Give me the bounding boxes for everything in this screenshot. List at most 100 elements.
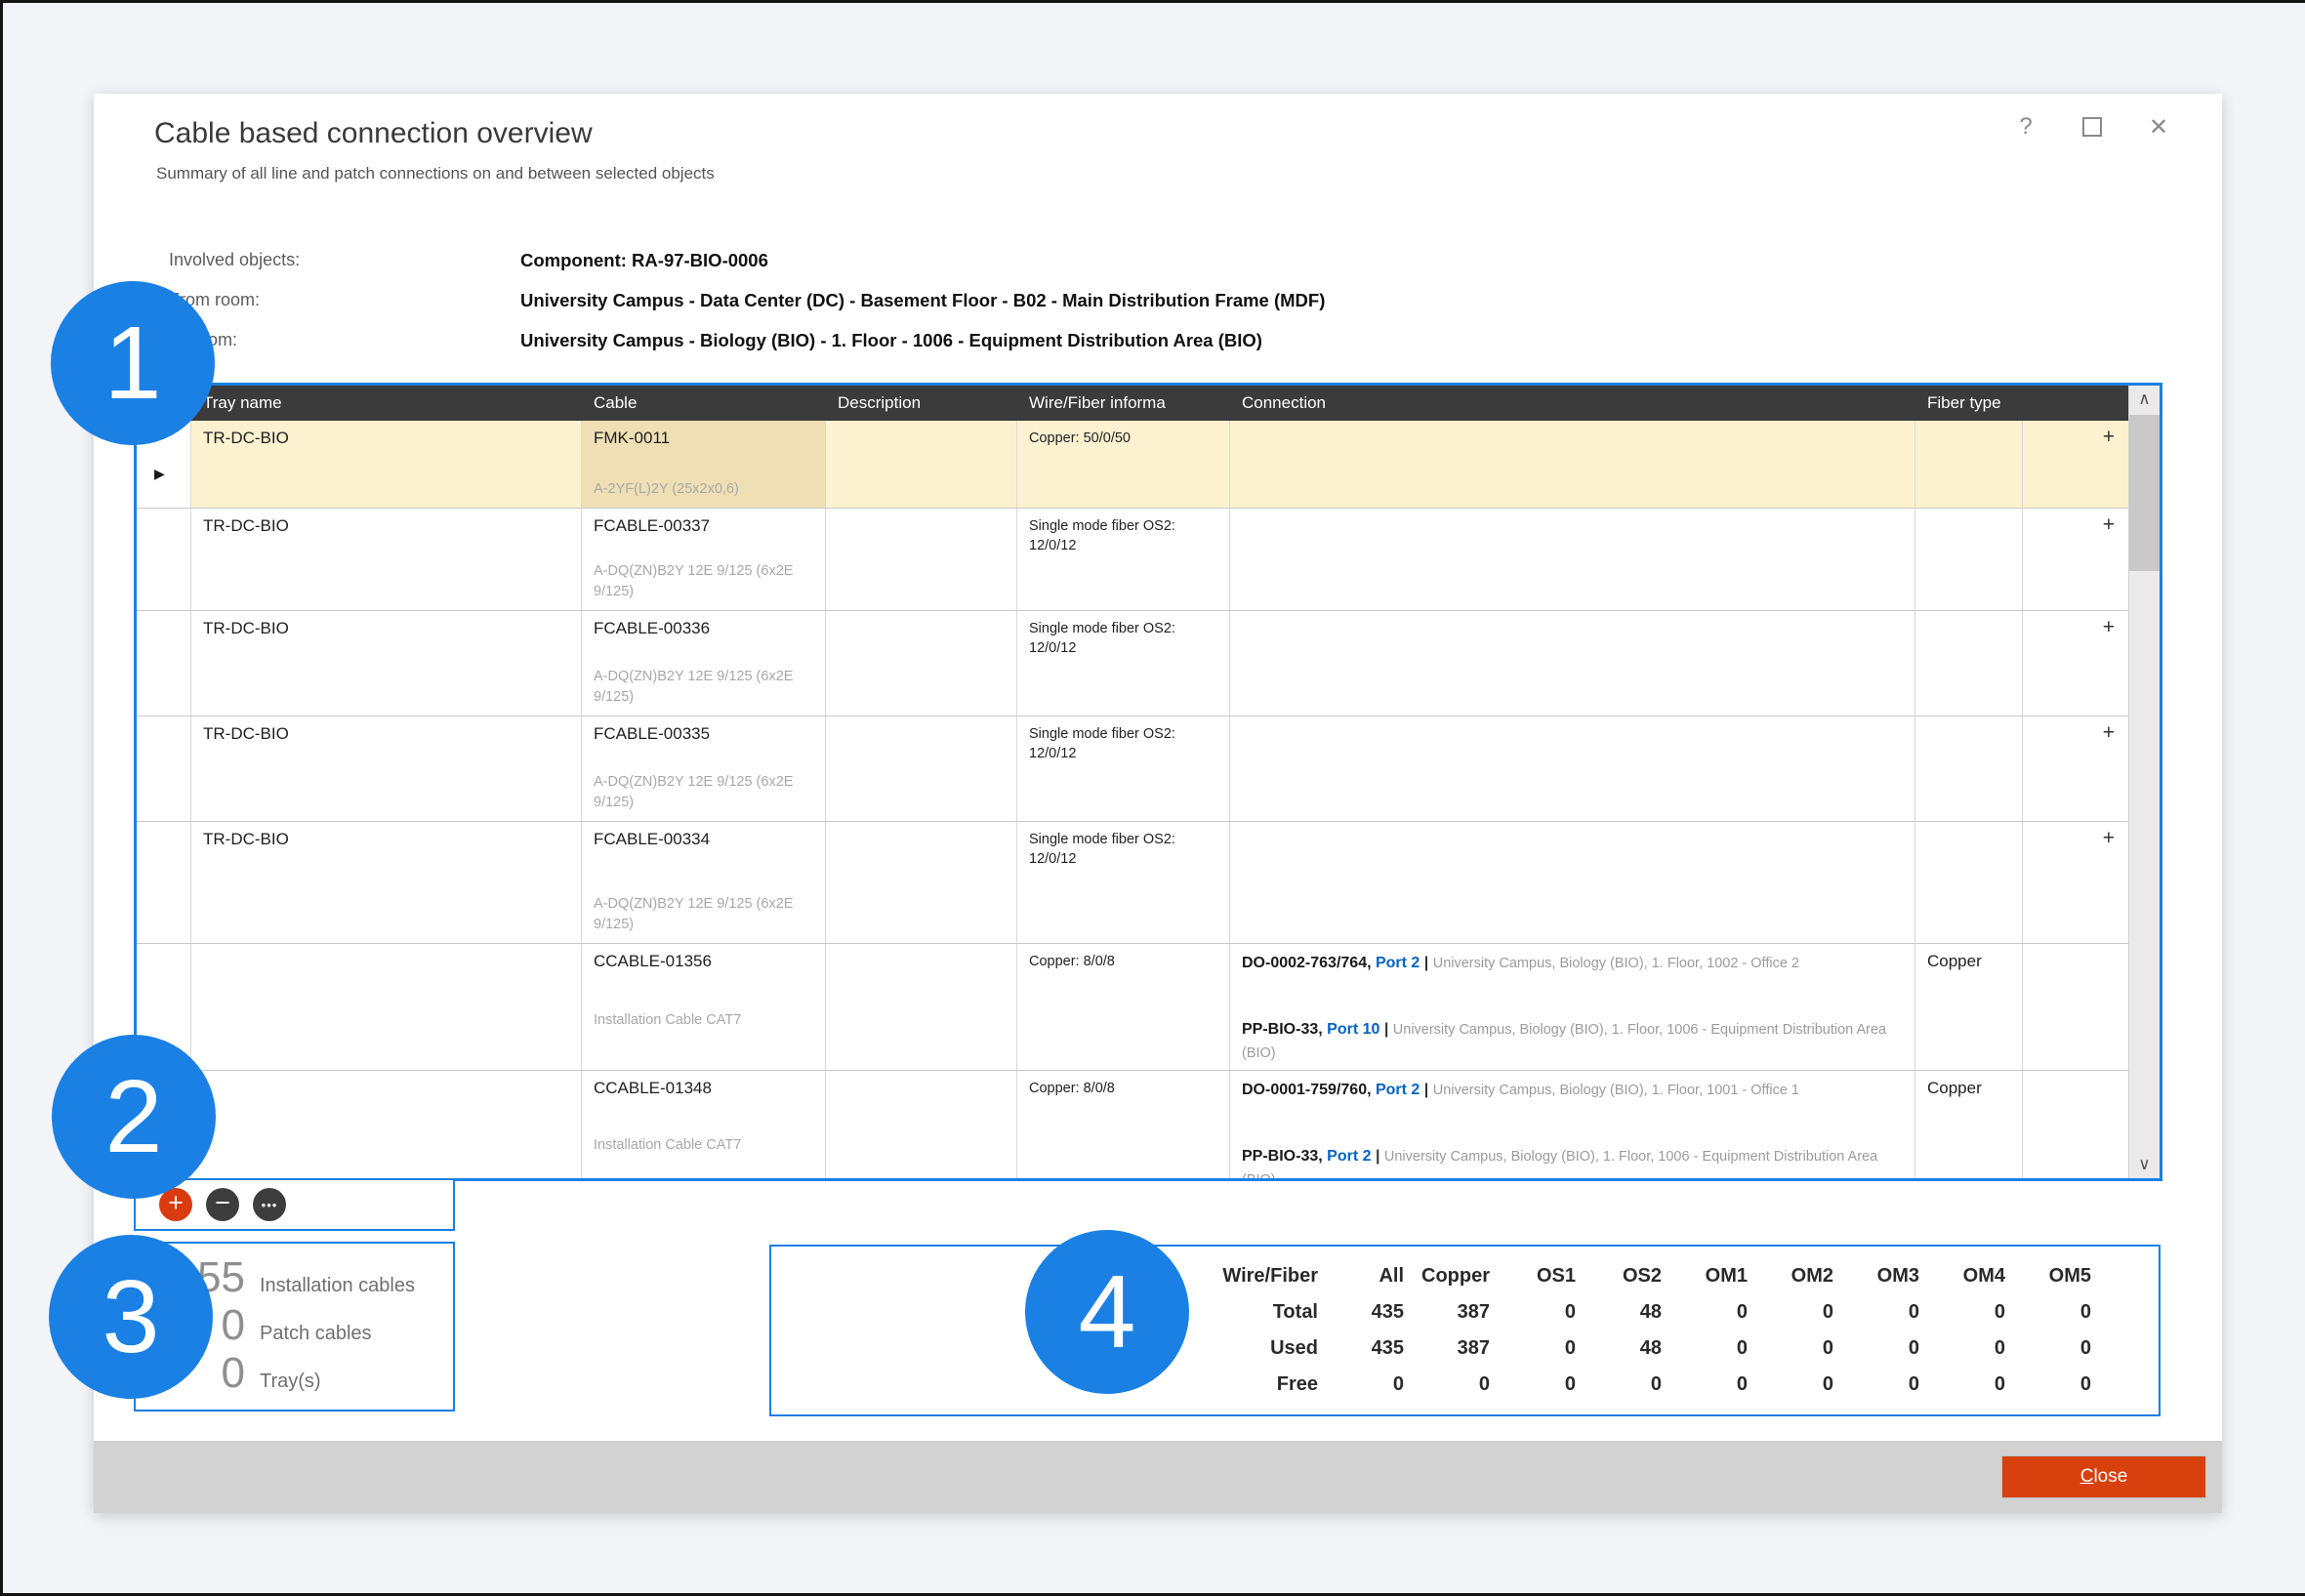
wire-fiber-info: Single mode fiber OS2: 12/0/12: [1029, 617, 1225, 659]
table-row[interactable]: CCABLE-01356Installation Cable CAT7 Copp…: [137, 944, 2128, 1071]
summary-col-os2: OS2: [1576, 1265, 1662, 1288]
tray-name: TR-DC-BIO: [203, 617, 577, 638]
counter-label: Tray(s): [260, 1371, 321, 1393]
callout-2: 2: [52, 1035, 216, 1199]
column-header-tray-name[interactable]: Tray name: [191, 386, 582, 421]
table-row[interactable]: TR-DC-BIO FCABLE-00336 A-DQ(ZN)B2Y 12E 9/…: [137, 611, 2128, 716]
wire-fiber-info: Single mode fiber OS2: 12/0/12: [1029, 828, 1225, 870]
summary-col-om3: OM3: [1833, 1265, 1919, 1288]
summary-value: 0: [1833, 1301, 1919, 1324]
close-button-accel: C: [2080, 1466, 2094, 1487]
connection-device: DO-0002-763/764,: [1242, 955, 1372, 971]
summary-value: 435: [1318, 1301, 1404, 1324]
expand-row-button[interactable]: +: [2103, 510, 2115, 536]
table-row[interactable]: CCABLE-01348Installation Cable CAT7 Copp…: [137, 1071, 2128, 1178]
port-link[interactable]: Port 2: [1327, 1148, 1371, 1165]
connection-location: University Campus, Biology (BIO), 1. Flo…: [1433, 1083, 1799, 1098]
description-cell: [826, 611, 1017, 716]
summary-col-copper: Copper: [1404, 1265, 1490, 1288]
info-row-to: To room: University Campus - Biology (BI…: [169, 330, 1325, 351]
close-button[interactable]: Close: [2001, 1455, 2206, 1498]
column-header-fiber-type[interactable]: Fiber type: [1915, 386, 2023, 421]
table-row[interactable]: ▶ TR-DC-BIO FMK-0011A-2YF(L)2Y (25x2x0,6…: [137, 421, 2128, 509]
row-selector[interactable]: [137, 822, 191, 943]
summary-value: 0: [1662, 1337, 1748, 1360]
connection-entry: PP-BIO-33, Port 10 | University Campus, …: [1242, 1018, 1911, 1065]
description-cell: [826, 822, 1017, 943]
cable-type: A-DQ(ZN)B2Y 12E 9/125 (6x2E 9/125): [594, 561, 817, 602]
port-link[interactable]: Port 2: [1376, 1082, 1420, 1098]
summary-col-all: All: [1318, 1265, 1404, 1288]
connection-separator: |: [1384, 1021, 1388, 1038]
table-row[interactable]: TR-DC-BIO FCABLE-00334A-DQ(ZN)B2Y 12E 9/…: [137, 822, 2128, 944]
cable-type: A-DQ(ZN)B2Y 12E 9/125 (6x2E 9/125): [594, 667, 817, 708]
tray-name: TR-DC-BIO: [203, 722, 577, 744]
expand-row-button[interactable]: +: [2103, 422, 2115, 448]
summary-value: 0: [1919, 1301, 2005, 1324]
remove-button[interactable]: −: [206, 1188, 239, 1221]
fiber-type: [1927, 617, 2018, 619]
scroll-up-icon[interactable]: ∧: [2129, 386, 2160, 413]
connection-cell: [1230, 509, 1915, 610]
summary-value: 48: [1576, 1337, 1662, 1360]
summary-row-label: Free: [771, 1373, 1318, 1396]
connection-device: PP-BIO-33,: [1242, 1148, 1323, 1165]
involved-objects-label: Involved objects:: [169, 250, 520, 271]
summary-value: 0: [1490, 1301, 1576, 1324]
connection-cell: [1230, 822, 1915, 943]
connection-separator: |: [1376, 1148, 1379, 1165]
scrollbar-thumb[interactable]: [2129, 415, 2160, 571]
connection-cell: [1230, 421, 1915, 508]
more-options-button[interactable]: •••: [253, 1188, 286, 1221]
expand-row-button[interactable]: +: [2103, 717, 2115, 744]
summary-col-om5: OM5: [2005, 1265, 2091, 1288]
cable-name: FCABLE-00335: [594, 722, 821, 744]
column-header-connection[interactable]: Connection: [1230, 386, 1915, 421]
grid-toolbar: + − •••: [134, 1178, 455, 1231]
row-selector[interactable]: [137, 716, 191, 821]
vertical-scrollbar[interactable]: ∧ ∨: [2128, 386, 2160, 1178]
summary-value: 0: [1833, 1373, 1919, 1396]
summary-value: 0: [1919, 1373, 2005, 1396]
cable-name: FCABLE-00337: [594, 514, 821, 536]
to-room-value: University Campus - Biology (BIO) - 1. F…: [520, 330, 1262, 351]
expand-row-button[interactable]: +: [2103, 612, 2115, 638]
add-button[interactable]: +: [159, 1188, 192, 1221]
connection-cell: DO-0001-759/760, Port 2 | University Cam…: [1230, 1071, 1915, 1178]
close-icon[interactable]: ✕: [2142, 111, 2175, 143]
column-header-wire-fiber[interactable]: Wire/Fiber informa: [1017, 386, 1230, 421]
port-link[interactable]: Port 2: [1376, 955, 1420, 971]
help-icon[interactable]: ?: [2009, 111, 2042, 143]
scroll-down-icon[interactable]: ∨: [2129, 1151, 2160, 1178]
cable-name: CCABLE-01348: [594, 1077, 821, 1098]
table-row[interactable]: TR-DC-BIO FCABLE-00337A-DQ(ZN)B2Y 12E 9/…: [137, 509, 2128, 611]
column-header-description[interactable]: Description: [826, 386, 1017, 421]
current-row-marker-icon: ▶: [154, 466, 165, 482]
cable-type: A-DQ(ZN)B2Y 12E 9/125 (6x2E 9/125): [594, 894, 817, 935]
from-room-label: From room:: [169, 290, 520, 311]
wire-fiber-summary: Wire/Fiber All Copper OS1 OS2 OM1 OM2 OM…: [769, 1245, 2161, 1416]
row-selector[interactable]: [137, 611, 191, 716]
fiber-type: Copper: [1927, 1077, 2018, 1098]
summary-col-os1: OS1: [1490, 1265, 1576, 1288]
table-row[interactable]: TR-DC-BIO FCABLE-00335A-DQ(ZN)B2Y 12E 9/…: [137, 716, 2128, 822]
port-link[interactable]: Port 10: [1327, 1021, 1379, 1038]
cable-name: FCABLE-00336: [594, 617, 821, 638]
close-button-label: lose: [2093, 1466, 2127, 1487]
tray-name: TR-DC-BIO: [203, 427, 577, 448]
connection-cell: [1230, 716, 1915, 821]
fiber-type: [1927, 828, 2018, 830]
fiber-type: [1927, 427, 2018, 429]
connection-entry: DO-0002-763/764, Port 2 | University Cam…: [1242, 952, 1911, 975]
row-selector[interactable]: [137, 509, 191, 610]
maximize-icon[interactable]: [2076, 111, 2109, 143]
connection-device: PP-BIO-33,: [1242, 1021, 1323, 1038]
wire-fiber-info: Single mode fiber OS2: 12/0/12: [1029, 514, 1225, 556]
wire-fiber-info: Copper: 50/0/50: [1029, 427, 1225, 448]
column-header-cable[interactable]: Cable: [582, 386, 826, 421]
cable-type: A-2YF(L)2Y (25x2x0,6): [594, 479, 817, 500]
summary-value: 0: [1748, 1337, 1833, 1360]
grid-body: ▶ TR-DC-BIO FMK-0011A-2YF(L)2Y (25x2x0,6…: [137, 421, 2128, 1178]
summary-value: 0: [1404, 1373, 1490, 1396]
expand-row-button[interactable]: +: [2103, 823, 2115, 849]
